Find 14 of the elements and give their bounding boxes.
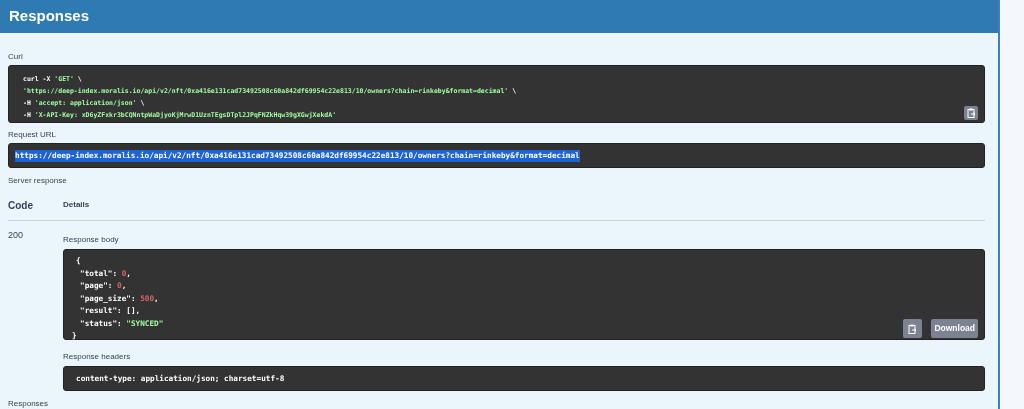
clipboard-icon (908, 323, 918, 334)
server-response-label: Server response (8, 176, 68, 186)
curl-label: Curl (8, 52, 24, 62)
responses-label: Responses (8, 399, 50, 409)
response-headers-label: Response headers (63, 352, 132, 362)
response-body-label: Response body (63, 235, 120, 245)
section-title: Responses (9, 6, 90, 27)
status-code: 200 (8, 229, 25, 242)
download-button[interactable]: Download (931, 319, 978, 338)
column-header: Code (8, 198, 34, 213)
copy-button[interactable] (903, 319, 923, 338)
clipboard-icon (966, 108, 976, 118)
request-url-label: Request URL (8, 130, 58, 140)
column-header: Details (63, 199, 90, 211)
